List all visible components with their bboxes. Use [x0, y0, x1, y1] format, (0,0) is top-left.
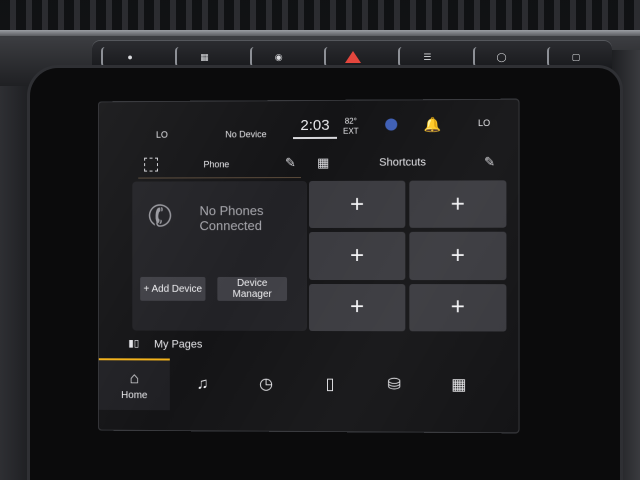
hw-button-7[interactable]: ▢ [547, 47, 603, 67]
shortcut-add-slot[interactable]: + [409, 232, 506, 280]
shortcut-grid: + + + + + + [309, 180, 506, 331]
chrome-trim [0, 30, 640, 36]
music-note-icon: ♫ [197, 376, 209, 394]
nav-phone[interactable]: ▯ [299, 360, 361, 410]
hw-button-3[interactable]: ◉ [250, 47, 306, 67]
nav-home[interactable]: ⌂ Home [99, 358, 170, 410]
dashboard-left [0, 86, 34, 480]
exterior-temp-value: 82° [343, 117, 359, 127]
gauge-icon: ◷ [259, 376, 273, 394]
shortcuts-header: ▦ Shortcuts ✎ [313, 150, 515, 177]
shortcuts-title: Shortcuts [379, 156, 426, 168]
shortcut-add-slot[interactable]: + [409, 284, 506, 332]
exterior-temp: 82° EXT [343, 117, 359, 137]
shortcut-add-slot[interactable]: + [309, 284, 405, 332]
bell-icon[interactable]: 🔔 [423, 116, 441, 133]
car-icon: ⛁ [387, 376, 400, 394]
hw-button-2[interactable]: ▦ [175, 47, 231, 67]
nav-media[interactable]: ♫ [172, 360, 233, 410]
pencil-icon[interactable]: ✎ [484, 154, 495, 170]
hw-button-5[interactable]: ☰ [398, 47, 454, 67]
status-bar: LO No Device 2:03 82° EXT 🔔 LO [99, 100, 519, 150]
driver-temp[interactable]: LO [156, 130, 168, 140]
apps-grid-icon: ▦ [451, 377, 466, 395]
bottom-nav: ⌂ Home ♫ ◷ ▯ ⛁ ▦ [99, 358, 519, 412]
nav-home-label: Home [121, 390, 147, 401]
exterior-temp-label: EXT [343, 127, 359, 137]
hw-button-6[interactable]: ◯ [473, 47, 529, 67]
pencil-icon[interactable]: ✎ [285, 155, 296, 171]
phone-title: Phone [203, 159, 229, 169]
expand-icon[interactable] [144, 158, 158, 172]
pages-icon: ▮▯ [128, 338, 139, 349]
shortcut-add-slot[interactable]: + [409, 180, 506, 228]
connectivity-icon [385, 118, 397, 130]
device-status: No Device [225, 129, 266, 139]
phone-icon: ▯ [326, 376, 335, 394]
home-icon: ⌂ [129, 370, 139, 388]
passenger-temp[interactable]: LO [478, 118, 490, 128]
infotainment-screen: LO No Device 2:03 82° EXT 🔔 LO Phone ✎ ▦… [98, 99, 520, 434]
hazard-icon [345, 51, 361, 63]
grid-icon[interactable]: ▦ [317, 155, 329, 171]
my-pages-label: My Pages [154, 339, 202, 351]
hazard-button[interactable] [324, 47, 380, 67]
shortcut-add-slot[interactable]: + [309, 232, 405, 280]
nav-comfort[interactable]: ◷ [235, 360, 297, 410]
phone-header: Phone ✎ [138, 151, 301, 179]
nav-vehicle[interactable]: ⛁ [363, 360, 425, 410]
hw-button-1[interactable]: ● [101, 47, 157, 67]
no-phones-message: No Phones Connected [200, 203, 299, 233]
phone-panel: ✆ No Phones Connected + Add Device Devic… [132, 181, 307, 331]
device-manager-button[interactable]: Device Manager [217, 277, 287, 301]
phone-off-icon: ✆ [143, 196, 178, 237]
air-vent [0, 0, 640, 34]
nav-apps[interactable]: ▦ [427, 360, 490, 411]
clock: 2:03 [293, 115, 337, 139]
add-device-button[interactable]: + Add Device [140, 277, 205, 301]
shortcut-add-slot[interactable]: + [309, 181, 405, 229]
